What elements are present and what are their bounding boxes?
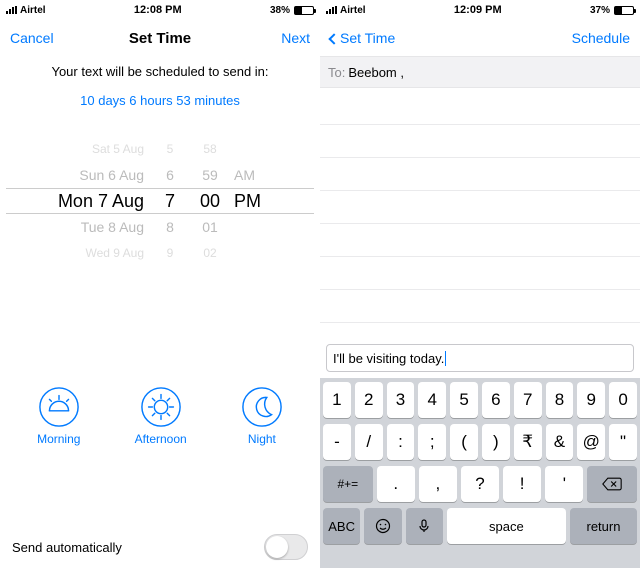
keyboard-row-4: ABC space return	[323, 508, 637, 544]
shortcut-label: Morning	[37, 432, 80, 446]
key-3[interactable]: 3	[387, 382, 415, 418]
key-comma[interactable]: ,	[419, 466, 457, 502]
key-backspace[interactable]	[587, 466, 637, 502]
key-2[interactable]: 2	[355, 382, 383, 418]
page-title: Set Time	[80, 30, 240, 47]
status-bar: Airtel 12:08 PM 38%	[0, 0, 320, 20]
key-exclaim[interactable]: !	[503, 466, 541, 502]
key-1[interactable]: 1	[323, 382, 351, 418]
key-dash[interactable]: -	[323, 424, 351, 460]
key-4[interactable]: 4	[418, 382, 446, 418]
send-automatically-label: Send automatically	[12, 540, 264, 555]
battery-icon	[614, 6, 634, 15]
time-shortcuts: Morning Afternoon Night	[0, 386, 320, 446]
message-body-area[interactable]	[320, 88, 640, 356]
to-value: Beebom ,	[348, 65, 404, 80]
status-bar: Airtel 12:09 PM 37%	[320, 0, 640, 20]
key-9[interactable]: 9	[577, 382, 605, 418]
datetime-picker[interactable]: Sat 5 Aug Sun 6 Aug Mon 7 Aug Tue 8 Aug …	[0, 136, 320, 266]
message-input[interactable]: I'll be visiting today.	[326, 344, 634, 372]
key-at[interactable]: @	[577, 424, 605, 460]
picker-minute-column[interactable]: 58 59 00 01 02	[190, 136, 230, 266]
key-rupee[interactable]: ₹	[514, 424, 542, 460]
emoji-icon	[375, 518, 391, 534]
send-automatically-toggle[interactable]	[264, 534, 308, 560]
key-5[interactable]: 5	[450, 382, 478, 418]
to-field[interactable]: To:Beebom ,	[320, 56, 640, 88]
picker-date-column[interactable]: Sat 5 Aug Sun 6 Aug Mon 7 Aug Tue 8 Aug …	[50, 136, 150, 266]
carrier-label: Airtel	[20, 5, 46, 16]
back-button[interactable]: Set Time	[330, 30, 400, 46]
status-time: 12:08 PM	[46, 4, 270, 16]
signal-icon	[6, 6, 17, 14]
chevron-left-icon	[328, 33, 339, 44]
carrier-label: Airtel	[340, 5, 366, 16]
key-period[interactable]: .	[377, 466, 415, 502]
key-semicolon[interactable]: ;	[418, 424, 446, 460]
shortcut-label: Night	[248, 432, 276, 446]
shortcut-afternoon[interactable]: Afternoon	[135, 386, 187, 446]
status-time: 12:09 PM	[366, 4, 590, 16]
key-lparen[interactable]: (	[450, 424, 478, 460]
nav-bar: Cancel Set Time Next	[0, 20, 320, 56]
backspace-icon	[602, 477, 622, 491]
cancel-button[interactable]: Cancel	[10, 30, 80, 46]
key-0[interactable]: 0	[609, 382, 637, 418]
schedule-button[interactable]: Schedule	[560, 30, 630, 46]
message-text: I'll be visiting today.	[333, 351, 444, 366]
picker-hour-column[interactable]: 5 6 7 8 9	[150, 136, 190, 266]
message-input-bar: I'll be visiting today.	[320, 340, 640, 376]
battery-percent: 38%	[270, 5, 290, 16]
battery-percent: 37%	[590, 5, 610, 16]
to-prefix: To:	[328, 65, 345, 80]
key-6[interactable]: 6	[482, 382, 510, 418]
picker-ampm-column[interactable]: AM PM	[230, 136, 270, 266]
signal-icon	[326, 6, 337, 14]
keyboard: 1 2 3 4 5 6 7 8 9 0 - / : ; ( ) ₹ & @	[320, 378, 640, 568]
schedule-subtitle: Your text will be scheduled to send in:	[0, 64, 320, 79]
key-amp[interactable]: &	[546, 424, 574, 460]
key-8[interactable]: 8	[546, 382, 574, 418]
shortcut-label: Afternoon	[135, 432, 187, 446]
schedule-countdown: 10 days 6 hours 53 minutes	[0, 93, 320, 108]
shortcut-night[interactable]: Night	[241, 386, 283, 446]
key-apostrophe[interactable]: '	[545, 466, 583, 502]
key-dictation[interactable]	[406, 508, 443, 544]
key-emoji[interactable]	[364, 508, 401, 544]
key-question[interactable]: ?	[461, 466, 499, 502]
key-quote[interactable]: "	[609, 424, 637, 460]
key-abc[interactable]: ABC	[323, 508, 360, 544]
microphone-icon	[416, 518, 432, 534]
sun-icon	[140, 386, 182, 428]
screen-set-time: Airtel 12:08 PM 38% Cancel Set Time Next…	[0, 0, 320, 568]
keyboard-row-3: #+= . , ? ! '	[323, 466, 637, 502]
keyboard-row-2: - / : ; ( ) ₹ & @ "	[323, 424, 637, 460]
sunrise-icon	[38, 386, 80, 428]
key-slash[interactable]: /	[355, 424, 383, 460]
key-space[interactable]: space	[447, 508, 566, 544]
text-cursor	[445, 351, 446, 366]
screen-compose: Airtel 12:09 PM 37% Set Time Schedule To…	[320, 0, 640, 568]
key-symbols[interactable]: #+=	[323, 466, 373, 502]
send-automatically-row: Send automatically	[0, 534, 320, 560]
key-return[interactable]: return	[570, 508, 637, 544]
shortcut-morning[interactable]: Morning	[37, 386, 80, 446]
key-7[interactable]: 7	[514, 382, 542, 418]
key-rparen[interactable]: )	[482, 424, 510, 460]
next-button[interactable]: Next	[240, 30, 310, 46]
battery-icon	[294, 6, 314, 15]
back-label: Set Time	[340, 30, 395, 46]
keyboard-row-1: 1 2 3 4 5 6 7 8 9 0	[323, 382, 637, 418]
nav-bar: Set Time Schedule	[320, 20, 640, 56]
key-colon[interactable]: :	[387, 424, 415, 460]
moon-icon	[241, 386, 283, 428]
